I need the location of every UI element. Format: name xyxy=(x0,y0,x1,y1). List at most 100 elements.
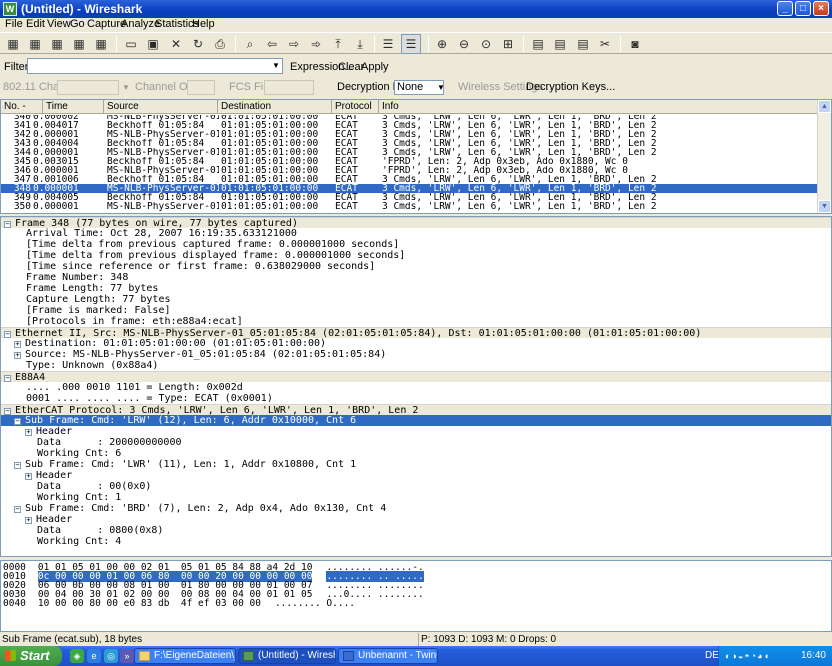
detail-tree-item[interactable]: [Time since reference or first frame: 0.… xyxy=(1,261,375,272)
menu-help[interactable]: Help xyxy=(192,18,215,31)
packet-row[interactable]: 345 0.003015 Beckhoff_01:05:84 01:01:05:01:… xyxy=(1,157,819,166)
open-icon[interactable]: ▭ xyxy=(123,36,139,52)
clock[interactable]: 16:40 xyxy=(801,646,826,666)
expand-icon[interactable]: + xyxy=(14,352,21,359)
detail-tree-item[interactable]: 0001 .... .... .... = Type: ECAT (0x0001… xyxy=(1,393,273,404)
taskbar-item-twincat[interactable]: Unbenannt - TwinCA... xyxy=(338,648,438,664)
packet-row[interactable]: 341 0.004017 Beckhoff_01:05:84 01:01:05:01:… xyxy=(1,121,819,130)
zoom-out-icon[interactable]: ⊖ xyxy=(456,36,472,52)
detail-tree-item[interactable]: − E88A4 xyxy=(1,371,831,383)
minimize-button[interactable]: _ xyxy=(777,1,793,16)
detail-tree-item[interactable]: [Time delta from previous displayed fram… xyxy=(1,250,405,261)
column-info[interactable]: Info xyxy=(379,100,819,114)
packet-details-tree[interactable]: − Frame 348 (77 bytes on wire, 77 bytes c… xyxy=(0,216,832,557)
restart-capture-icon[interactable]: ▦ xyxy=(93,36,109,52)
collapse-icon[interactable]: − xyxy=(4,331,11,338)
print-icon[interactable]: ⎙ xyxy=(212,36,228,52)
detail-tree-item[interactable]: Data : 0800(0x8) xyxy=(1,525,163,536)
packet-row[interactable]: 348 0.000001 MS-NLB-PhysServer-01_ 01:01:05… xyxy=(1,184,819,193)
taskbar-item-explorer[interactable]: F:\EigeneDateien\_Pr... xyxy=(134,648,236,664)
start-button[interactable]: Start xyxy=(0,646,62,666)
coloring-rules-icon[interactable]: ▤ xyxy=(575,36,591,52)
save-icon[interactable]: ▣ xyxy=(145,36,161,52)
menu-edit[interactable]: Edit xyxy=(26,18,45,31)
quicklaunch-chevron-icon[interactable]: » xyxy=(120,649,134,663)
channel-dropdown-icon[interactable]: ▼ xyxy=(122,83,130,92)
auto-scroll-icon[interactable]: ☰ xyxy=(401,34,421,54)
collapse-icon[interactable]: − xyxy=(4,221,11,228)
detail-tree-item[interactable]: Type: Unknown (0x88a4) xyxy=(1,360,158,371)
menu-go[interactable]: Go xyxy=(70,18,85,31)
expand-icon[interactable]: + xyxy=(25,517,32,524)
packet-row[interactable]: 350 0.000001 MS-NLB-PhysServer-01_ 01:01:05… xyxy=(1,202,819,211)
channel-offset-select[interactable] xyxy=(187,80,215,95)
detail-tree-item[interactable]: [Time delta from previous captured frame… xyxy=(1,239,399,250)
zoom-normal-icon[interactable]: ⊙ xyxy=(478,36,494,52)
close-button[interactable]: × xyxy=(813,1,829,16)
start-capture-icon[interactable]: ▦ xyxy=(49,36,65,52)
filter-dropdown-icon[interactable]: ▼ xyxy=(272,61,280,70)
filter-input[interactable] xyxy=(27,58,283,74)
column-source[interactable]: Source xyxy=(104,100,218,114)
detail-tree-item[interactable]: + Header xyxy=(1,514,72,525)
packet-bytes-pane[interactable]: 0000 01 01 05 01 00 00 02 01 05 01 05 84 … xyxy=(0,560,832,632)
collapse-icon[interactable]: − xyxy=(4,408,11,415)
column-protocol[interactable]: Protocol xyxy=(332,100,379,114)
language-indicator[interactable]: DE xyxy=(705,646,719,666)
detail-tree-item[interactable]: Working Cnt: 1 xyxy=(1,492,121,503)
colorize-icon[interactable]: ☰ xyxy=(380,36,396,52)
preferences-icon[interactable]: ✂ xyxy=(597,36,613,52)
taskbar-item-wireshark[interactable]: (Untitled) - Wireshark xyxy=(238,648,336,664)
apply-button[interactable]: Apply xyxy=(361,61,389,73)
collapse-icon[interactable]: − xyxy=(4,375,11,382)
detail-tree-item[interactable]: + Header xyxy=(1,470,72,481)
detail-tree-item[interactable]: − Ethernet II, Src: MS-NLB-PhysServer-01_… xyxy=(1,327,831,339)
detail-tree-item[interactable]: + Destination: 01:01:05:01:00:00 (01:01:0… xyxy=(1,338,326,349)
packet-row[interactable]: 346 0.000001 MS-NLB-PhysServer-01_ 01:01:05… xyxy=(1,166,819,175)
detail-tree-item[interactable]: Arrival Time: Oct 28, 2007 16:19:35.6331… xyxy=(1,228,297,239)
scroll-down-icon[interactable]: ▼ xyxy=(818,200,831,213)
detail-tree-item[interactable]: Capture Length: 77 bytes xyxy=(1,294,171,305)
detail-tree-item[interactable]: Data : 200000000000 xyxy=(1,437,182,448)
column-destination[interactable]: Destination xyxy=(218,100,332,114)
detail-tree-item[interactable]: − Frame 348 (77 bytes on wire, 77 bytes c… xyxy=(1,217,831,229)
packet-list-scrollbar[interactable]: ▲ ▼ xyxy=(817,100,831,213)
menu-file[interactable]: File xyxy=(5,18,23,31)
packet-row[interactable]: 342 0.000001 MS-NLB-PhysServer-01_ 01:01:05… xyxy=(1,130,819,139)
detail-tree-item[interactable]: Frame Length: 77 bytes xyxy=(1,283,158,294)
column-no[interactable]: No. - xyxy=(1,100,43,114)
scroll-up-icon[interactable]: ▲ xyxy=(818,100,831,113)
packet-row[interactable]: 349 0.004005 Beckhoff_01:05:84 01:01:05:01:… xyxy=(1,193,819,202)
detail-tree-item[interactable]: .... .000 0010 1101 = Length: 0x002d xyxy=(1,382,243,393)
go-to-packet-icon[interactable]: ➾ xyxy=(308,36,324,52)
decryption-keys-button[interactable]: Decryption Keys... xyxy=(526,81,615,93)
display-filters-icon[interactable]: ▤ xyxy=(552,36,568,52)
quicklaunch-desktop-icon[interactable]: ◈ xyxy=(70,649,84,663)
resize-columns-icon[interactable]: ⊞ xyxy=(500,36,516,52)
capture-options-icon[interactable]: ▦ xyxy=(27,36,43,52)
go-first-icon[interactable]: ⤒ xyxy=(330,36,346,52)
detail-tree-item[interactable]: − Sub Frame: Cmd: 'LRW' (12), Len: 6, Add… xyxy=(1,415,831,426)
detail-tree-item[interactable]: [Frame is marked: False] xyxy=(1,305,171,316)
detail-tree-item[interactable]: [Protocols in frame: eth:e88a4:ecat] xyxy=(1,316,243,327)
collapse-icon[interactable]: − xyxy=(14,506,21,513)
detail-tree-item[interactable]: + Header xyxy=(1,426,72,437)
reload-icon[interactable]: ↻ xyxy=(190,36,206,52)
detail-tree-item[interactable]: − EtherCAT Protocol: 3 Cmds, 'LRW', Len 6… xyxy=(1,404,831,416)
packet-row[interactable]: 343 0.004004 Beckhoff_01:05:84 01:01:05:01:… xyxy=(1,139,819,148)
help-icon[interactable]: ◙ xyxy=(627,36,643,52)
detail-tree-item[interactable]: + Source: MS-NLB-PhysServer-01_05:01:05:8… xyxy=(1,349,386,360)
fcs-filter-select[interactable] xyxy=(264,80,314,95)
expand-icon[interactable]: + xyxy=(25,473,32,480)
expand-icon[interactable]: + xyxy=(14,341,21,348)
detail-tree-item[interactable]: Frame Number: 348 xyxy=(1,272,128,283)
collapse-icon[interactable]: − xyxy=(14,462,21,469)
packet-row[interactable]: 347 0.001006 Beckhoff_01:05:84 01:01:05:01:… xyxy=(1,175,819,184)
column-time[interactable]: Time xyxy=(43,100,104,114)
find-packet-icon[interactable]: ⌕ xyxy=(242,36,258,52)
capture-filters-icon[interactable]: ▤ xyxy=(530,36,546,52)
menu-view[interactable]: View xyxy=(47,18,71,31)
decryption-dropdown-icon[interactable]: ▼ xyxy=(437,83,445,92)
close-file-icon[interactable]: ✕ xyxy=(168,36,184,52)
quicklaunch-media-icon[interactable]: ◎ xyxy=(104,649,118,663)
